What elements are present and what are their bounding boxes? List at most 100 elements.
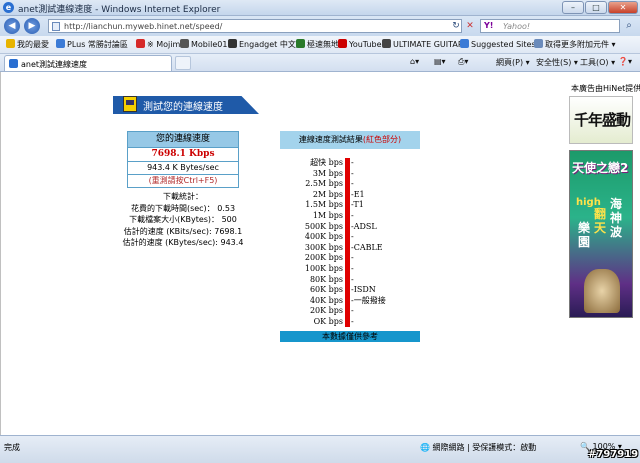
forward-button[interactable]: ▶ <box>24 18 40 34</box>
maximize-button[interactable]: □ <box>585 1 607 14</box>
scale-annotation: - <box>351 317 354 326</box>
page-content: 測試您的連線速度 您的連線速度 7698.1 Kbps 943.4 K Byte… <box>0 72 640 435</box>
safety-menu[interactable]: 安全性(S) ▾ <box>536 57 578 68</box>
status-text: 完成 <box>4 443 20 452</box>
speed-meter-bar <box>345 158 350 327</box>
result-footer: 本數據僅供參考 <box>280 331 420 342</box>
stats-title: 下載統計： <box>163 192 203 201</box>
ad-banner-2[interactable]: 天使之戀2 high 海神波 翻天 樂園 <box>569 150 633 318</box>
security-zone: 🌐 網際網路 | 受保護模式：啟動 <box>420 443 537 452</box>
refresh-icon[interactable]: ↻ <box>450 19 462 33</box>
title-bar: e anet測試連線速度 - Windows Internet Explorer… <box>0 0 640 16</box>
scale-annotation: -ISDN <box>351 285 376 295</box>
scale-annotation: - <box>351 264 354 273</box>
watermark: #797919 <box>588 449 639 460</box>
addon-icon <box>534 39 543 48</box>
scale-annotation: -CABLE <box>351 242 383 252</box>
favorite-link[interactable]: 取得更多附加元件 ▾ <box>534 39 616 50</box>
favorite-link[interactable]: YouTube <box>338 39 382 49</box>
scale-annotation: -ADSL <box>351 221 377 231</box>
favorite-link[interactable]: Engadget 中文版 <box>228 39 304 50</box>
favorite-link[interactable]: ※ Mojim <box>136 39 180 49</box>
url-input[interactable]: http://lianchun.myweb.hinet.net/speed/ <box>48 19 462 33</box>
site-icon <box>296 39 305 48</box>
bytes-value: 943.4 K Bytes/sec <box>128 161 238 174</box>
scale-annotation: - <box>351 168 354 178</box>
scale-label: 100K bps <box>304 264 343 273</box>
youtube-icon <box>338 39 347 48</box>
page-menu[interactable]: 網頁(P) ▾ <box>496 57 530 68</box>
ad2-text: 翻天 <box>594 207 607 235</box>
stat-row: 估計的速度 (KBits/sec): 7698.1 <box>123 226 243 236</box>
url-text: http://lianchun.myweb.hinet.net/speed/ <box>64 22 223 31</box>
ad2-text: 海神波 <box>610 197 623 239</box>
stat-row: 下載檔案大小(KBytes)： 500 <box>129 215 237 224</box>
tab-bar: anet測試連線速度 ⌂▾ ▤▾ ⎙▾ 網頁(P) ▾ 安全性(S) ▾ 工具(… <box>0 54 640 72</box>
speed-header: 您的連線速度 <box>128 132 238 147</box>
site-icon <box>460 39 469 48</box>
scale-label: 1M bps <box>312 211 343 220</box>
scale-annotation: -T1 <box>351 200 364 210</box>
feed-icon[interactable]: ▤▾ <box>434 57 446 66</box>
window-title: anet測試連線速度 - Windows Internet Explorer <box>18 5 221 15</box>
status-bar: 完成 🌐 網際網路 | 受保護模式：啟動 🔍 100% ▾ <box>0 435 640 463</box>
site-icon <box>56 39 65 48</box>
scale-annotation: - <box>351 211 354 220</box>
speed-result-box: 您的連線速度 7698.1 Kbps 943.4 K Bytes/sec (重測… <box>127 131 239 188</box>
scale-label: 20K bps <box>309 306 343 316</box>
print-icon[interactable]: ⎙▾ <box>458 57 468 67</box>
scale-label: 500K bps <box>304 221 343 231</box>
favorite-link[interactable]: Suggested Sites ▾ <box>460 39 542 49</box>
scale-label: 200K bps <box>304 253 343 263</box>
ad-banner-1[interactable]: 千年盛動 <box>569 96 633 144</box>
favorite-link[interactable]: 極速無地 <box>296 39 339 50</box>
home-icon[interactable]: ⌂▾ <box>410 57 419 66</box>
favorites-bar: 我的最愛 PLus 常勝討論區 ※ Mojim Mobile01 Engadge… <box>0 36 640 54</box>
ad2-title: 天使之戀2 <box>572 161 629 175</box>
help-icon[interactable]: ❓▾ <box>618 57 632 66</box>
new-tab-button[interactable] <box>175 56 191 70</box>
scale-annotation: - <box>351 274 354 284</box>
page-title: 測試您的連線速度 <box>143 102 223 113</box>
favorite-link[interactable]: ULTIMATE GUITAR <box>382 39 463 49</box>
page-icon <box>52 22 60 31</box>
scale-annotation: - <box>351 232 354 242</box>
ie-logo-icon: e <box>3 2 14 13</box>
minimize-button[interactable]: – <box>562 1 584 14</box>
search-placeholder: Yahoo! <box>503 22 531 31</box>
retest-hint: (重測請按Ctrl+F5) <box>128 174 238 187</box>
download-stats: 下載統計： 花費的下載時間(sec)： 0.53 下載檔案大小(KBytes)：… <box>113 191 253 249</box>
scale-annotation: - <box>351 158 354 167</box>
stat-row: 估計的速度 (KBytes/sec): 943.4 <box>122 238 244 247</box>
site-icon <box>228 39 237 48</box>
site-icon <box>136 39 145 48</box>
favorites-button[interactable]: 我的最愛 <box>6 39 49 50</box>
yahoo-logo-icon: Y! <box>484 21 494 30</box>
stat-row: 花費的下載時間(sec)： 0.53 <box>130 203 236 213</box>
scale-annotation: - <box>351 253 354 263</box>
scale-label: 2M bps <box>312 189 343 199</box>
ad2-text: 樂園 <box>578 221 591 249</box>
scale-annotation: -一般撥接 <box>351 295 386 305</box>
scale-label: OK bps <box>313 317 343 326</box>
search-icon[interactable]: ⌕ <box>622 19 636 33</box>
stop-icon[interactable]: ✕ <box>464 19 476 33</box>
tools-menu[interactable]: 工具(O) ▾ <box>580 57 615 68</box>
scale-annotation: -E1 <box>351 189 365 199</box>
scale-label: 1.5M bps <box>305 200 343 210</box>
tab-anet[interactable]: anet測試連線速度 <box>4 55 172 71</box>
favorite-link[interactable]: PLus 常勝討論區 <box>56 39 128 50</box>
scale-label: 400K bps <box>304 232 343 242</box>
result-header: 連線速度測試結果(紅色部分) <box>280 131 420 149</box>
star-icon <box>6 39 15 48</box>
scale-annotation: - <box>351 306 354 316</box>
site-icon <box>180 39 189 48</box>
page-icon <box>9 59 18 68</box>
back-button[interactable]: ◀ <box>4 18 20 34</box>
search-input[interactable]: Y! Yahoo! <box>480 19 620 33</box>
scale-annotation: - <box>351 179 354 189</box>
close-button[interactable]: ✕ <box>608 1 638 14</box>
scale-label: 40K bps <box>309 295 343 305</box>
favorite-link[interactable]: Mobile01 <box>180 39 227 49</box>
ad1-text: 千年盛動 <box>573 111 631 129</box>
